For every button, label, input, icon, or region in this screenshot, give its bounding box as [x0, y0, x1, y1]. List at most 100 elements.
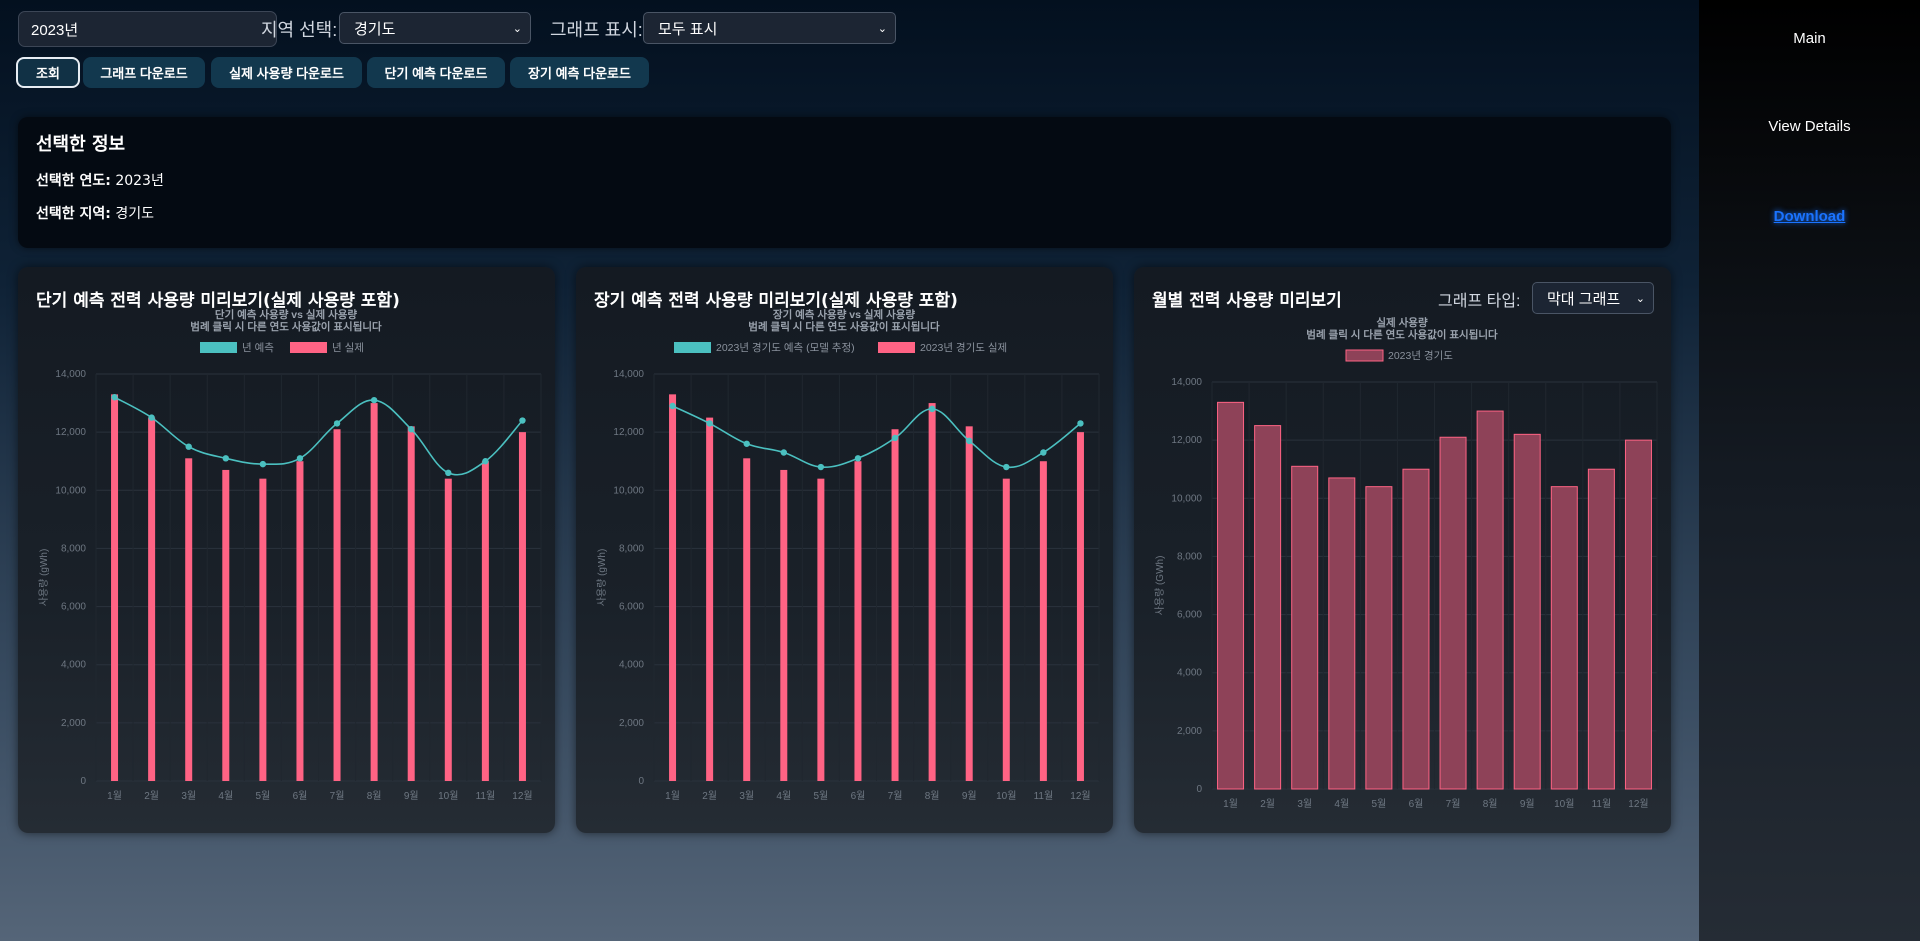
x-tick-label: 7월: [1446, 798, 1461, 810]
region-select[interactable]: 경기도 ⌄: [339, 12, 531, 44]
forecast-point: [296, 455, 304, 462]
forecast-point: [259, 460, 267, 468]
bar: [407, 426, 415, 781]
forecast-point: [445, 469, 452, 477]
y-tick-label: 0: [1196, 784, 1202, 795]
download-actual-button[interactable]: 실제 사용량 다운로드: [211, 57, 362, 88]
bar: [1328, 477, 1356, 790]
graph-type-value: 막대 그래프: [1547, 290, 1621, 308]
bar: [111, 394, 119, 781]
x-tick-label: 9월: [962, 790, 977, 802]
chart-subtitle: 실제 사용량: [1376, 316, 1428, 329]
chevron-down-icon: ⌄: [877, 22, 887, 35]
display-select-value: 모두 표시: [658, 20, 718, 38]
long-forecast-panel: 장기 예측 전력 사용량 미리보기(실제 사용량 포함) 장기 예측 사용량 v…: [576, 267, 1113, 833]
sidebar-item-download[interactable]: Download: [1699, 208, 1920, 225]
region-label: 지역 선택:: [261, 20, 338, 40]
bar: [1217, 401, 1245, 790]
y-tick-label: 10,000: [1171, 493, 1202, 504]
bar: [1624, 439, 1652, 790]
bar: [370, 403, 378, 781]
legend-label: 2023년 경기도 실제: [920, 341, 1007, 354]
download-long-button[interactable]: 장기 예측 다운로드: [510, 57, 649, 88]
forecast-point: [891, 434, 899, 442]
bar: [185, 458, 193, 781]
x-tick-label: 12월: [1628, 798, 1648, 810]
bar: [780, 469, 788, 781]
bar: [1402, 468, 1430, 790]
x-tick-label: 7월: [330, 790, 345, 802]
x-tick-label: 2월: [1260, 798, 1275, 810]
bar: [817, 478, 825, 781]
forecast-point: [743, 440, 750, 447]
y-tick-label: 6,000: [619, 602, 644, 613]
bar: [743, 458, 751, 781]
monthly-usage-chart: 실제 사용량범례 클릭 시 다른 연도 사용값이 표시됩니다 2023년 경기도 0…: [1154, 316, 1658, 810]
y-tick-label: 0: [638, 776, 644, 787]
year-input[interactable]: 2023년: [18, 11, 277, 47]
legend-swatch: [878, 342, 915, 353]
y-tick-label: 12,000: [613, 427, 644, 438]
y-tick-label: 2,000: [619, 718, 644, 729]
x-tick-label: 4월: [776, 790, 791, 802]
info-year-row: 선택한 연도: 2023년: [36, 170, 164, 190]
x-tick-label: 5월: [1371, 798, 1386, 810]
forecast-point: [370, 396, 378, 404]
short-forecast-chart: 단기 예측 사용량 vs 실제 사용량범례 클릭 시 다른 연도 사용값이 표시…: [38, 308, 542, 802]
y-axis-label: 사용량 (GWh): [1154, 556, 1166, 616]
y-tick-label: 8,000: [61, 543, 86, 554]
bar: [1076, 432, 1084, 781]
x-tick-label: 8월: [925, 790, 940, 802]
info-year-label: 선택한 연도:: [36, 173, 111, 189]
bar: [1550, 486, 1578, 790]
bar: [928, 403, 936, 781]
short-forecast-panel: 단기 예측 전력 사용량 미리보기(실제 사용량 포함) 단기 예측 사용량 v…: [18, 267, 555, 833]
download-graph-button[interactable]: 그래프 다운로드: [83, 57, 205, 88]
bar: [1587, 468, 1615, 790]
forecast-point: [1003, 463, 1010, 471]
info-title: 선택한 정보: [36, 134, 126, 155]
x-tick-label: 3월: [1297, 798, 1312, 810]
bar: [891, 429, 899, 781]
y-tick-label: 2,000: [61, 718, 86, 729]
bar: [1002, 478, 1010, 781]
display-select[interactable]: 모두 표시 ⌄: [643, 12, 896, 44]
monthly-usage-panel: 월별 전력 사용량 미리보기 그래프 타입: 막대 그래프 ⌄ 실제 사용량 범례…: [1134, 267, 1671, 833]
chart-subtitle: 범례 클릭 시 다른 연도 사용값이 표시됩니다: [748, 320, 940, 333]
bar: [333, 429, 341, 781]
x-tick-label: 6월: [293, 790, 308, 802]
forecast-point: [408, 426, 415, 433]
legend-swatch: [1345, 349, 1384, 362]
bar: [481, 461, 489, 781]
x-tick-label: 11월: [1034, 790, 1054, 802]
forecast-point: [148, 414, 155, 421]
sidebar: Main View Details Download: [1699, 0, 1920, 941]
region-select-value: 경기도: [354, 20, 396, 38]
bar: [518, 432, 526, 781]
x-tick-label: 1월: [107, 790, 122, 802]
sidebar-item-main[interactable]: Main: [1699, 30, 1920, 47]
y-axis-label: 사용량 (gWh): [38, 549, 50, 607]
x-tick-label: 8월: [367, 790, 382, 802]
x-tick-label: 10월: [438, 790, 458, 802]
y-tick-label: 14,000: [55, 369, 86, 380]
y-tick-label: 0: [80, 776, 86, 787]
x-tick-label: 3월: [181, 790, 196, 802]
sidebar-item-view-details[interactable]: View Details: [1699, 118, 1920, 135]
display-label: 그래프 표시:: [550, 20, 643, 40]
search-button[interactable]: 조회: [16, 57, 80, 88]
x-tick-label: 9월: [404, 790, 419, 802]
chart-subtitle: 범례 클릭 시 다른 연도 사용값이 표시됩니다: [1306, 328, 1498, 341]
download-short-button[interactable]: 단기 예측 다운로드: [367, 57, 505, 88]
bar: [1039, 461, 1047, 781]
long-forecast-chart: 장기 예측 사용량 vs 실제 사용량범례 클릭 시 다른 연도 사용값이 표시…: [596, 308, 1100, 802]
bar: [296, 461, 304, 781]
x-tick-label: 5월: [255, 790, 270, 802]
forecast-point: [669, 402, 676, 410]
y-tick-label: 6,000: [61, 602, 86, 613]
x-tick-label: 10월: [1554, 798, 1574, 810]
y-tick-label: 14,000: [1171, 377, 1202, 388]
x-tick-label: 12월: [1070, 790, 1090, 802]
chart-subtitle: 단기 예측 사용량 vs 실제 사용량: [215, 308, 358, 321]
forecast-point: [928, 405, 936, 413]
